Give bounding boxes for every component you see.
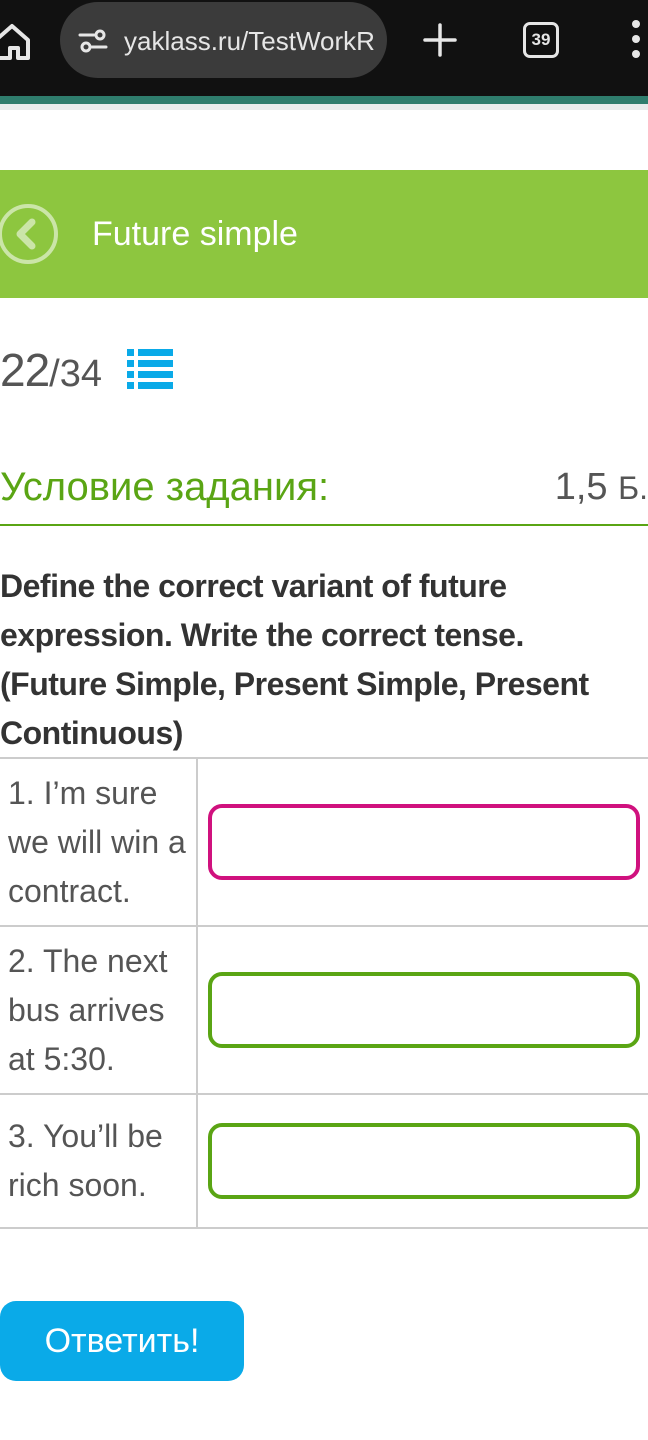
browser-toolbar: yaklass.ru/TestWorkRun 39 [0,0,648,96]
answer-input-1[interactable] [208,804,640,880]
more-icon[interactable] [628,20,644,60]
table-row: 1. I’m sure we will win a contract. [0,757,648,927]
answer-cell [197,925,648,1095]
home-icon[interactable] [0,18,30,62]
tab-switcher-icon[interactable]: 39 [523,22,559,58]
address-bar[interactable]: yaklass.ru/TestWorkRun [60,2,387,78]
more-dot [632,35,640,43]
sentence-cell: 1. I’m sure we will win a contract. [0,757,198,927]
page: yaklass.ru/TestWorkRun 39 Future simple … [0,0,648,1440]
progress-total: /34 [49,353,102,395]
sentence-cell: 2. The next bus arrives at 5:30. [0,925,198,1095]
table-row: 2. The next bus arrives at 5:30. [0,925,648,1095]
task-list-icon[interactable] [127,346,173,392]
condition-heading: Условие задания: [0,465,330,509]
question-text: Define the correct variant of future exp… [0,568,589,751]
progress-current: 22 [0,344,50,396]
answers-table: 1. I’m sure we will win a contract. 2. T… [0,757,648,1229]
answer-input-2[interactable] [208,972,640,1048]
more-dot [632,20,640,28]
answer-cell [197,1093,648,1229]
table-row: 3. You’ll be rich soon. [0,1093,648,1229]
answer-input-3[interactable] [208,1123,640,1199]
more-dot [632,50,640,58]
url-text[interactable]: yaklass.ru/TestWorkRun [124,23,374,59]
points-unit: Б. [618,470,648,506]
back-arrow-icon[interactable] [0,202,60,266]
toolbar-shadow [0,104,648,110]
answer-cell [197,757,648,927]
points-value: 1,5 [554,466,608,508]
heading-divider [0,524,648,526]
task-progress: 22/34 [0,340,102,400]
topic-header: Future simple [0,170,648,298]
page-load-bar [0,96,648,104]
points-badge: 1,5 Б. [555,460,648,514]
submit-answer-button[interactable]: Ответить! [0,1301,244,1381]
topic-title: Future simple [92,215,298,253]
sentence-cell: 3. You’ll be rich soon. [0,1093,198,1229]
tune-icon[interactable] [78,26,108,56]
new-tab-icon[interactable] [422,22,458,58]
